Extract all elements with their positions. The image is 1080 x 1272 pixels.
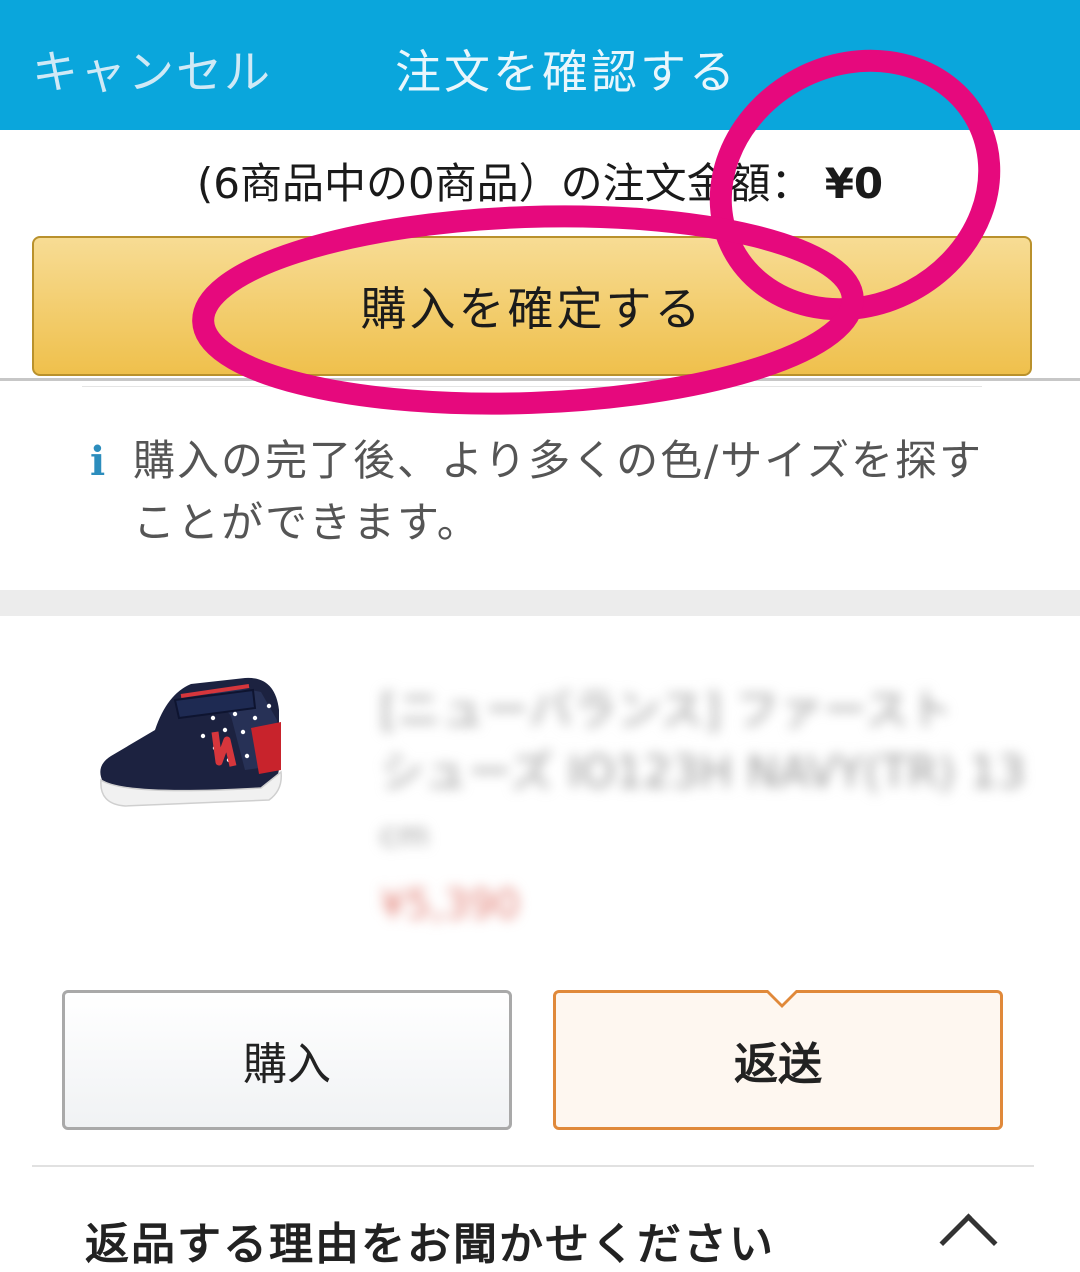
section-separator: [0, 590, 1080, 616]
page-title: 注文を確認する: [395, 45, 738, 99]
divider: [82, 386, 982, 387]
divider: [32, 1165, 1034, 1167]
cancel-button[interactable]: キャンセル: [32, 36, 272, 102]
order-total: (6商品中の0商品）の注文金額： ¥0: [0, 150, 1080, 211]
order-total-amount: ¥0: [824, 159, 884, 208]
baby-shoe-icon[interactable]: [85, 670, 285, 810]
product-size-unit: cm: [380, 816, 429, 854]
purchase-button[interactable]: 購入: [62, 990, 512, 1130]
product-title-line2[interactable]: シューズ IO123H NAVY(TR) 13: [380, 742, 1040, 804]
info-message: 購入の完了後、より多くの色/サイズを探すことができます。: [133, 436, 984, 547]
product-price: ¥5,390: [380, 882, 520, 928]
info-icon: i: [90, 438, 106, 485]
order-total-label: (6商品中の0商品）の注文金額：: [196, 159, 813, 208]
app-header: キャンセル 注文を確認する: [0, 0, 1080, 130]
return-reason-heading[interactable]: 返品する理由をお聞かせください: [85, 1208, 775, 1272]
chevron-up-icon[interactable]: [939, 1213, 998, 1272]
divider: [0, 378, 1080, 381]
return-button[interactable]: 返送: [553, 990, 1003, 1130]
product-info-blurred: [ニューバランス] ファースト シューズ IO123H NAVY(TR) 13 …: [380, 680, 1040, 936]
product-title-line1[interactable]: [ニューバランス] ファースト: [380, 680, 1040, 742]
selected-indicator-inner: [768, 990, 796, 1004]
confirm-purchase-button[interactable]: 購入を確定する: [32, 236, 1032, 376]
